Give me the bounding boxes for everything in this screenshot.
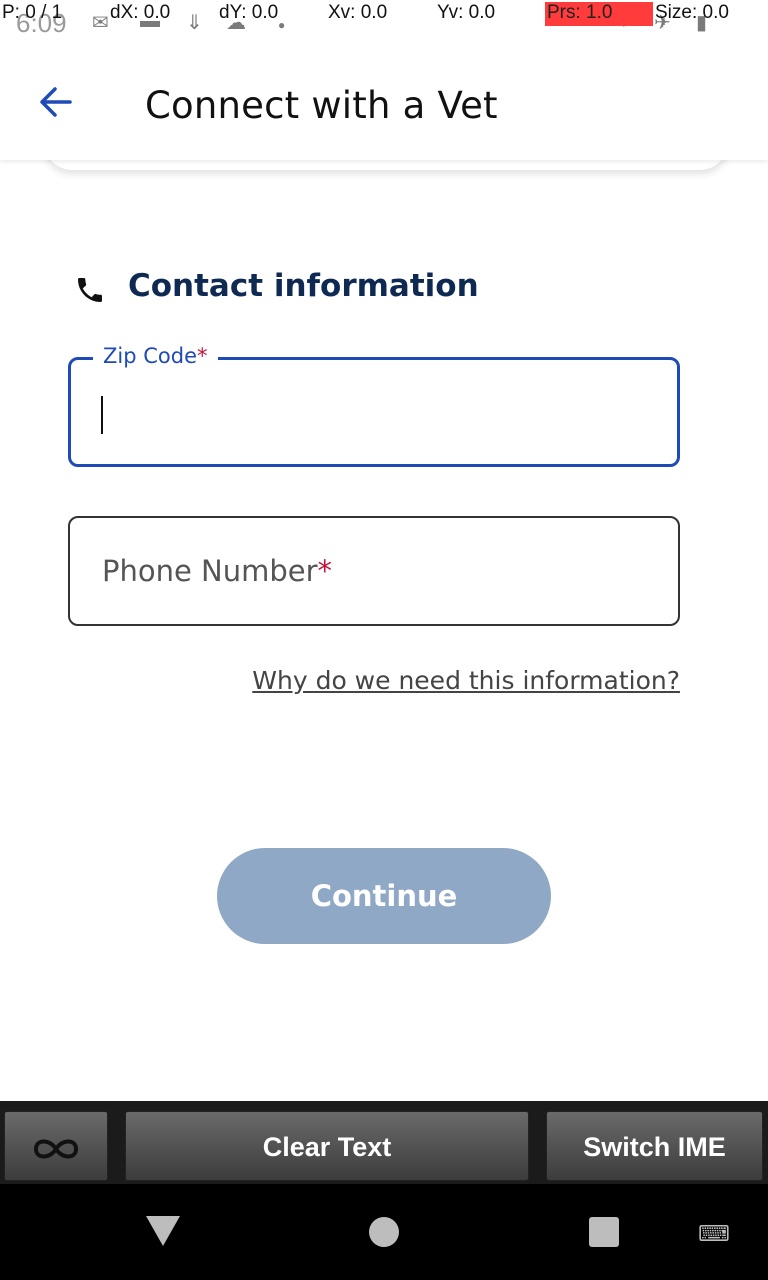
required-asterisk: * xyxy=(197,344,208,368)
phone-icon xyxy=(78,278,102,302)
phone-number-placeholder-text: Phone Number xyxy=(102,554,318,588)
clear-text-button[interactable]: Clear Text xyxy=(125,1111,529,1181)
required-asterisk: * xyxy=(317,554,333,588)
zip-code-field[interactable]: Zip Code* xyxy=(68,344,680,467)
infinity-button[interactable] xyxy=(4,1111,108,1181)
keyboard-toolbar: Clear Text Switch IME xyxy=(0,1101,768,1184)
arrow-left-icon xyxy=(40,87,72,117)
status-bar: 6:09 ✉ ▬ ⇓ ☁ ● ▼ ✈ ▮ P: 0 / 1 dX: 0.0 dY… xyxy=(0,0,768,40)
gmail-icon: ✉ xyxy=(92,12,109,34)
phone-number-placeholder: Phone Number* xyxy=(102,554,332,588)
pointer-size: Size: 0.0 xyxy=(655,2,729,23)
text-cursor xyxy=(101,396,103,434)
system-nav-bar: ⌨ xyxy=(0,1184,768,1280)
page-title: Connect with a Vet xyxy=(145,84,498,127)
why-info-link[interactable]: Why do we need this information? xyxy=(252,666,680,695)
home-circle-icon[interactable] xyxy=(369,1217,399,1247)
pointer-prs: Prs: 1.0 xyxy=(545,2,653,26)
continue-button[interactable]: Continue xyxy=(217,848,551,944)
download-icon: ⇓ xyxy=(186,12,203,34)
keyboard-icon[interactable]: ⌨ xyxy=(698,1222,730,1247)
pointer-xv: Xv: 0.0 xyxy=(328,2,388,23)
switch-ime-button[interactable]: Switch IME xyxy=(546,1111,763,1181)
section-title: Contact information xyxy=(128,268,479,304)
dot-icon: ● xyxy=(278,18,286,32)
pointer-p: P: 0 / 1 xyxy=(2,2,63,23)
zip-code-label: Zip Code* xyxy=(93,344,218,368)
pointer-dx: dX: 0.0 xyxy=(110,2,171,23)
back-triangle-icon[interactable] xyxy=(146,1216,180,1246)
infinity-icon xyxy=(33,1139,79,1159)
app-bar: Connect with a Vet xyxy=(0,40,768,160)
pointer-dy: dY: 0.0 xyxy=(219,2,279,23)
pointer-yv: Yv: 0.0 xyxy=(437,2,496,23)
back-button[interactable] xyxy=(36,84,76,120)
phone-number-field[interactable]: Phone Number* xyxy=(68,516,680,626)
zip-code-label-text: Zip Code xyxy=(103,344,197,368)
recents-square-icon[interactable] xyxy=(589,1217,619,1247)
